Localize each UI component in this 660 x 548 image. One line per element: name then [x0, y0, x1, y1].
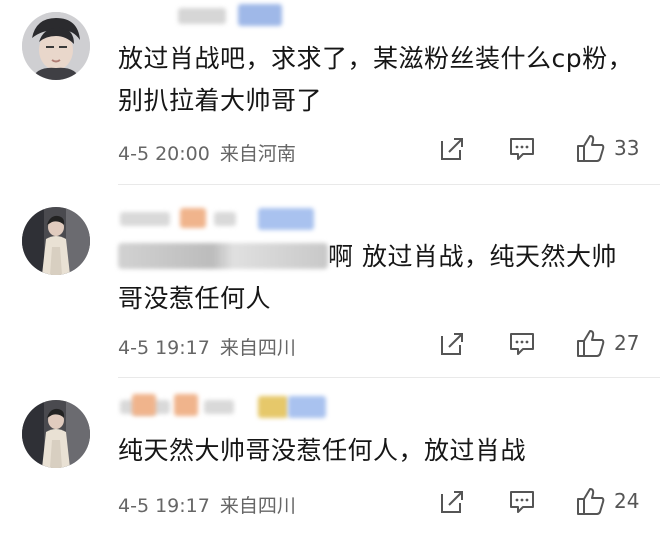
- comment-button[interactable]: [508, 136, 536, 162]
- thumbs-up-icon: [577, 488, 605, 515]
- like-button[interactable]: 24: [576, 486, 639, 516]
- avatar[interactable]: [22, 400, 90, 468]
- user-name-blurred[interactable]: [118, 204, 338, 234]
- share-icon: [441, 491, 463, 513]
- comment-meta: 4-5 20:00 来自河南: [118, 139, 296, 166]
- user-photo-icon: [22, 207, 90, 275]
- share-icon: [441, 138, 463, 160]
- user-name-blurred[interactable]: [118, 4, 318, 34]
- divider: [118, 377, 660, 378]
- user-photo-icon: [22, 400, 90, 468]
- reply-mention-blurred[interactable]: [118, 243, 328, 269]
- comment-date: 4-5 19:17: [118, 337, 210, 359]
- share-button[interactable]: [439, 489, 465, 515]
- like-button[interactable]: 33: [576, 133, 639, 163]
- comment-icon: [510, 491, 534, 513]
- comment-date: 4-5 20:00: [118, 143, 210, 165]
- divider: [118, 184, 660, 185]
- share-button[interactable]: [439, 331, 465, 357]
- user-name-blurred[interactable]: [118, 392, 338, 422]
- comment-icon: [510, 138, 534, 160]
- comment-date: 4-5 19:17: [118, 495, 210, 517]
- comment-meta: 4-5 19:17 来自四川: [118, 333, 296, 360]
- user-photo-icon: [22, 12, 90, 80]
- comment-button[interactable]: [508, 331, 536, 357]
- share-icon: [441, 333, 463, 355]
- comment-text: 纯天然大帅哥没惹任何人，放过肖战: [118, 436, 527, 465]
- thumbs-up-icon: [577, 135, 605, 162]
- comment-icon: [510, 333, 534, 355]
- comment-button[interactable]: [508, 489, 536, 515]
- like-button[interactable]: 27: [576, 328, 639, 358]
- thumbs-up-icon: [577, 330, 605, 357]
- avatar[interactable]: [22, 12, 90, 80]
- comment-location: 来自四川: [219, 337, 296, 359]
- like-count: 27: [614, 331, 640, 355]
- comment-meta: 4-5 19:17 来自四川: [118, 491, 296, 518]
- like-count: 33: [614, 136, 640, 160]
- comment-location: 来自河南: [219, 143, 296, 165]
- like-count: 24: [614, 489, 640, 513]
- comment-text: 放过肖战吧，求求了，某滋粉丝装什么cp粉，别扒拉着大帅哥了: [118, 44, 634, 115]
- reply-tail-text: 啊: [328, 242, 354, 271]
- comment-text: 啊 放过肖战，纯天然大帅哥没惹任何人: [118, 236, 638, 320]
- share-button[interactable]: [439, 136, 465, 162]
- comment-location: 来自四川: [219, 495, 296, 517]
- avatar[interactable]: [22, 207, 90, 275]
